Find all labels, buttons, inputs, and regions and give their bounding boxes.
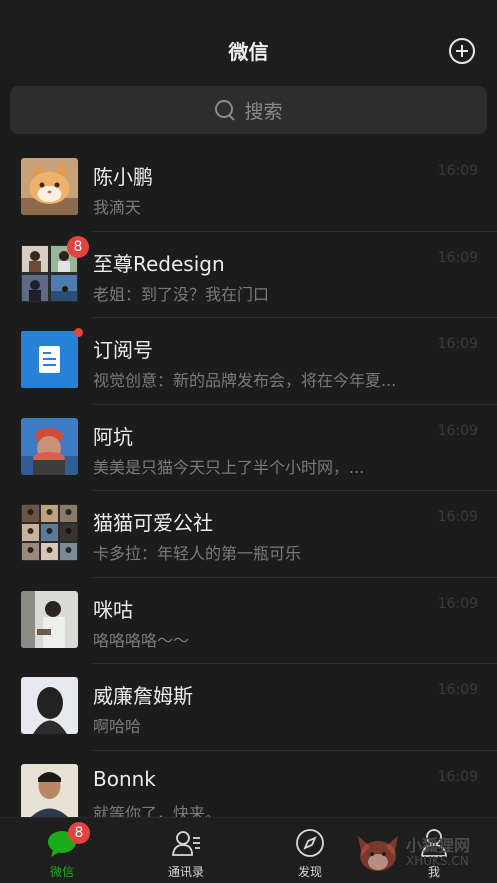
chat-list[interactable]: 陈小鹏 我滴天 16:09 8 至尊Redesign 老姐：到了没？我在门口 1…	[0, 145, 497, 817]
chat-name: 至尊Redesign	[93, 251, 225, 276]
chat-preview: 就等你了，快来。	[93, 803, 222, 818]
watermark-text: 小狐狸网	[406, 836, 471, 855]
tab-label: 通讯录	[167, 865, 204, 879]
chat-name: 咪咕	[93, 597, 133, 622]
chat-name: 威廉詹姆斯	[93, 684, 193, 708]
search-icon	[214, 99, 236, 121]
watermark: 小狐狸网 XHUKS.CN	[352, 828, 497, 883]
group-avatar	[21, 504, 78, 561]
chat-preview: 老姐：到了没？我在门口	[93, 284, 270, 304]
chat-row[interactable]: 订阅号 视觉创意：新的品牌发布会，将在今年夏... 16:09	[0, 318, 497, 405]
chat-time: 16:09	[437, 249, 478, 266]
add-icon[interactable]	[449, 38, 475, 64]
chat-preview: 咯咯咯咯～～	[93, 630, 190, 650]
chat-row[interactable]: 威廉詹姆斯 啊哈哈 16:09	[0, 664, 497, 751]
avatar	[21, 763, 78, 817]
chat-row[interactable]: 8 至尊Redesign 老姐：到了没？我在门口 16:09	[0, 232, 497, 318]
fox-logo-icon	[358, 836, 398, 871]
chat-time: 16:09	[437, 163, 478, 179]
chat-preview: 视觉创意：新的品牌发布会，将在今年夏...	[93, 371, 397, 390]
chat-name: Bonnk	[93, 766, 156, 791]
watermark-domain: XHUKS.CN	[406, 854, 469, 868]
tab-label: 微信	[49, 865, 74, 879]
chat-name: 订阅号	[93, 338, 153, 362]
compass-icon	[295, 828, 325, 858]
chat-name: 阿坑	[93, 424, 133, 449]
chat-preview: 卡多拉：年轻人的第一瓶可乐	[93, 544, 302, 563]
chat-preview: 我滴天	[93, 198, 142, 217]
chat-preview: 啊哈哈	[93, 717, 142, 736]
chat-preview: 美美是只猫今天只上了半个小时网，...	[93, 457, 365, 477]
chat-time: 16:09	[437, 336, 478, 352]
tab-bar: 8 微信 通讯录 发现 我 小狐狸网 XHUKS.CN	[0, 817, 497, 883]
chat-time: 16:09	[437, 768, 478, 785]
chat-name: 陈小鹏	[93, 165, 153, 189]
chat-row[interactable]: 咪咕 咯咯咯咯～～ 16:09	[0, 578, 497, 664]
chat-time: 16:09	[437, 509, 478, 525]
avatar	[21, 590, 78, 648]
tab-badge: 8	[68, 822, 90, 844]
tab-chats[interactable]: 8 微信	[0, 818, 124, 883]
avatar	[21, 677, 78, 734]
chat-time: 16:09	[437, 595, 478, 612]
chat-row[interactable]: 陈小鹏 我滴天 16:09	[0, 145, 497, 232]
chat-row[interactable]: Bonnk 就等你了，快来。 16:09	[0, 751, 497, 818]
contacts-icon	[171, 828, 201, 858]
chat-time: 16:09	[437, 682, 478, 698]
avatar	[21, 417, 78, 475]
subscription-icon	[21, 328, 83, 388]
search-placeholder: 搜索	[244, 100, 283, 123]
chat-row[interactable]: 阿坑 美美是只猫今天只上了半个小时网，... 16:09	[0, 405, 497, 491]
avatar	[21, 158, 78, 215]
tab-contacts[interactable]: 通讯录	[124, 818, 248, 883]
chat-row[interactable]: 猫猫可爱公社 卡多拉：年轻人的第一瓶可乐 16:09	[0, 491, 497, 578]
nav-bar: 微信	[0, 0, 497, 80]
group-avatar: 8	[21, 235, 89, 302]
chat-time: 16:09	[437, 422, 478, 439]
unread-dot	[74, 328, 83, 337]
search-input[interactable]: 搜索	[10, 86, 487, 134]
chat-name: 猫猫可爱公社	[93, 511, 213, 535]
unread-badge: 8	[67, 235, 89, 258]
page-title: 微信	[228, 40, 269, 64]
